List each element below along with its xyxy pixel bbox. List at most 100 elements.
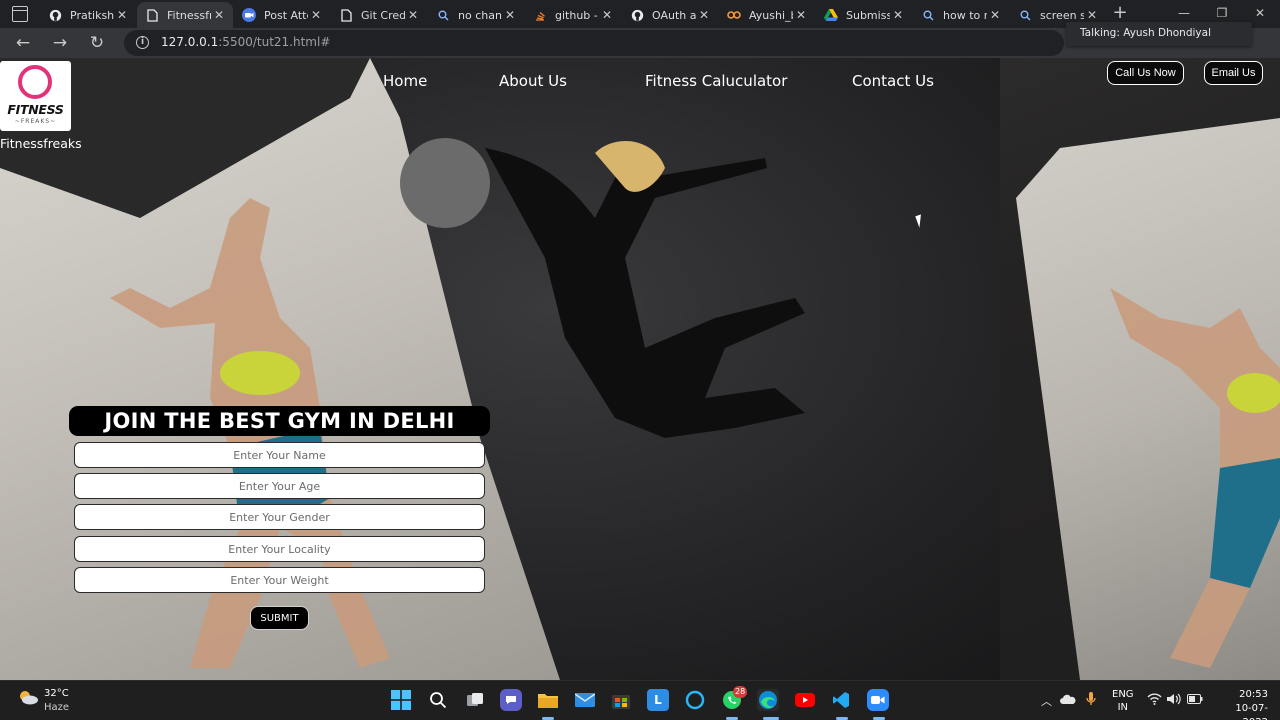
github-icon <box>630 8 644 22</box>
athlete-figure-right <box>1110 288 1280 668</box>
call-us-button[interactable]: Call Us Now <box>1107 61 1184 85</box>
weather-description[interactable]: Haze <box>44 702 69 713</box>
tab-label: Git Crede <box>361 8 405 22</box>
tab-post-attendance[interactable]: Post Atte ✕ <box>234 2 330 28</box>
vscode-icon[interactable] <box>830 689 852 711</box>
nav-fitness-calculator[interactable]: Fitness Caluculator <box>645 72 787 90</box>
tab-how-to[interactable]: how to r ✕ <box>913 2 1009 28</box>
tab-label: no chang <box>458 8 502 22</box>
store-icon[interactable] <box>610 689 632 711</box>
tab-submission[interactable]: Submissi ✕ <box>816 2 912 28</box>
tab-ayushi[interactable]: Ayushi_b ✕ <box>719 2 815 28</box>
meet-icon <box>242 8 256 22</box>
tab-github-stack[interactable]: github - ✕ <box>525 2 621 28</box>
windows-start-icon[interactable] <box>390 689 412 711</box>
page-icon <box>339 8 353 22</box>
microphone-icon[interactable] <box>1086 692 1096 709</box>
tab-label: screen sh <box>1040 8 1084 22</box>
tab-oauth-apps[interactable]: OAuth ap ✕ <box>622 2 718 28</box>
new-tab-plus-icon[interactable]: + <box>1110 3 1130 23</box>
close-icon[interactable]: ✕ <box>987 8 1003 22</box>
window-close-icon[interactable]: ✕ <box>1250 4 1270 22</box>
nav-home[interactable]: Home <box>383 72 427 90</box>
clock-date: 10-07-2022 <box>1235 703 1268 720</box>
taskbar: 32°C Haze L 28 ︿ ENG IN 20:53 10-07-2022 <box>0 680 1280 720</box>
nav-about-us[interactable]: About Us <box>499 72 567 90</box>
cortana-icon[interactable] <box>684 689 706 711</box>
brand-logo[interactable]: FITNESS ~FREAKS~ <box>0 61 71 131</box>
back-arrow-icon[interactable]: ← <box>12 32 34 54</box>
close-icon[interactable]: ✕ <box>599 8 615 22</box>
restore-icon[interactable]: ❐ <box>1212 4 1232 22</box>
tab-label: Submissi <box>846 8 890 22</box>
web-page: FITNESS ~FREAKS~ Fitnessfreaks Home Abou… <box>0 58 1280 680</box>
l-app-icon[interactable]: L <box>647 689 669 711</box>
locality-field[interactable] <box>74 536 485 562</box>
talking-tooltip: Talking: Ayush Dhondiyal <box>1066 22 1252 46</box>
infinity-icon <box>727 8 741 22</box>
tab-git-credentials[interactable]: Git Crede ✕ <box>331 2 427 28</box>
region-code: IN <box>1117 702 1128 713</box>
tab-fitnessfreaks[interactable]: Fitnessfre ✕ <box>137 2 233 28</box>
tab-label: OAuth ap <box>652 8 696 22</box>
tab-label: Fitnessfre <box>167 8 211 22</box>
youtube-icon[interactable] <box>794 689 816 711</box>
submit-button[interactable]: SUBMIT <box>250 606 309 630</box>
name-field[interactable] <box>74 442 485 468</box>
language-code: ENG <box>1112 689 1134 700</box>
close-icon[interactable]: ✕ <box>890 8 906 22</box>
tab-pratiksha[interactable]: Pratiksha ✕ <box>40 2 136 28</box>
search-icon[interactable] <box>427 689 449 711</box>
logo-text: FITNESS <box>7 102 64 117</box>
logo-subtext: ~FREAKS~ <box>14 118 57 125</box>
close-icon[interactable]: ✕ <box>405 8 421 22</box>
onedrive-cloud-icon[interactable] <box>1060 694 1076 707</box>
weather-temperature[interactable]: 32°C <box>44 688 69 699</box>
weight-field[interactable] <box>74 567 485 593</box>
close-icon[interactable]: ✕ <box>502 8 518 22</box>
tab-no-change[interactable]: no chang ✕ <box>428 2 524 28</box>
close-icon[interactable]: ✕ <box>308 8 324 22</box>
reload-icon[interactable]: ↻ <box>86 32 108 54</box>
close-icon[interactable]: ✕ <box>1084 8 1100 22</box>
clock-time: 20:53 <box>1239 689 1268 700</box>
edge-browser-icon[interactable] <box>757 689 779 711</box>
close-icon[interactable]: ✕ <box>211 8 227 22</box>
tab-label: Ayushi_b <box>749 8 793 22</box>
minimize-icon[interactable]: — <box>1174 4 1194 22</box>
athlete-figure-left <box>110 198 390 668</box>
github-icon <box>48 8 62 22</box>
whatsapp-badge: 28 <box>733 686 748 698</box>
system-clock[interactable]: 20:53 10-07-2022 <box>1212 688 1268 720</box>
url-text[interactable]: 127.0.0.1:5500/tut21.html# <box>161 35 330 49</box>
close-icon[interactable]: ✕ <box>793 8 809 22</box>
close-icon[interactable]: ✕ <box>696 8 712 22</box>
tab-search-icon[interactable] <box>12 6 28 22</box>
page-icon <box>145 8 159 22</box>
age-field[interactable] <box>74 473 485 499</box>
email-us-button[interactable]: Email Us <box>1204 61 1263 85</box>
volume-icon[interactable] <box>1166 693 1181 708</box>
teams-chat-icon[interactable] <box>500 689 522 711</box>
battery-icon[interactable] <box>1187 694 1203 707</box>
search-icon <box>436 8 450 22</box>
gender-field[interactable] <box>74 504 485 530</box>
zoom-icon[interactable] <box>867 689 889 711</box>
tab-label: Pratiksha <box>70 8 114 22</box>
nav-contact-us[interactable]: Contact Us <box>852 72 934 90</box>
search-icon <box>921 8 935 22</box>
show-hidden-icons-chevron-icon[interactable]: ︿ <box>1041 693 1052 709</box>
site-info-icon[interactable]: i <box>136 36 149 49</box>
tab-label: how to r <box>943 8 987 22</box>
mail-icon[interactable] <box>574 689 596 711</box>
wifi-icon[interactable] <box>1147 693 1162 708</box>
url-host: 127.0.0.1 <box>161 35 219 49</box>
forward-arrow-icon[interactable]: → <box>49 32 71 54</box>
input-language[interactable]: ENG IN <box>1112 688 1134 714</box>
address-bar[interactable]: i 127.0.0.1:5500/tut21.html# <box>124 30 1064 56</box>
file-explorer-icon[interactable] <box>537 689 559 711</box>
task-view-icon[interactable] <box>464 689 486 711</box>
close-icon[interactable]: ✕ <box>114 8 130 22</box>
logo-emblem <box>18 65 52 99</box>
haze-weather-icon[interactable] <box>17 689 39 705</box>
